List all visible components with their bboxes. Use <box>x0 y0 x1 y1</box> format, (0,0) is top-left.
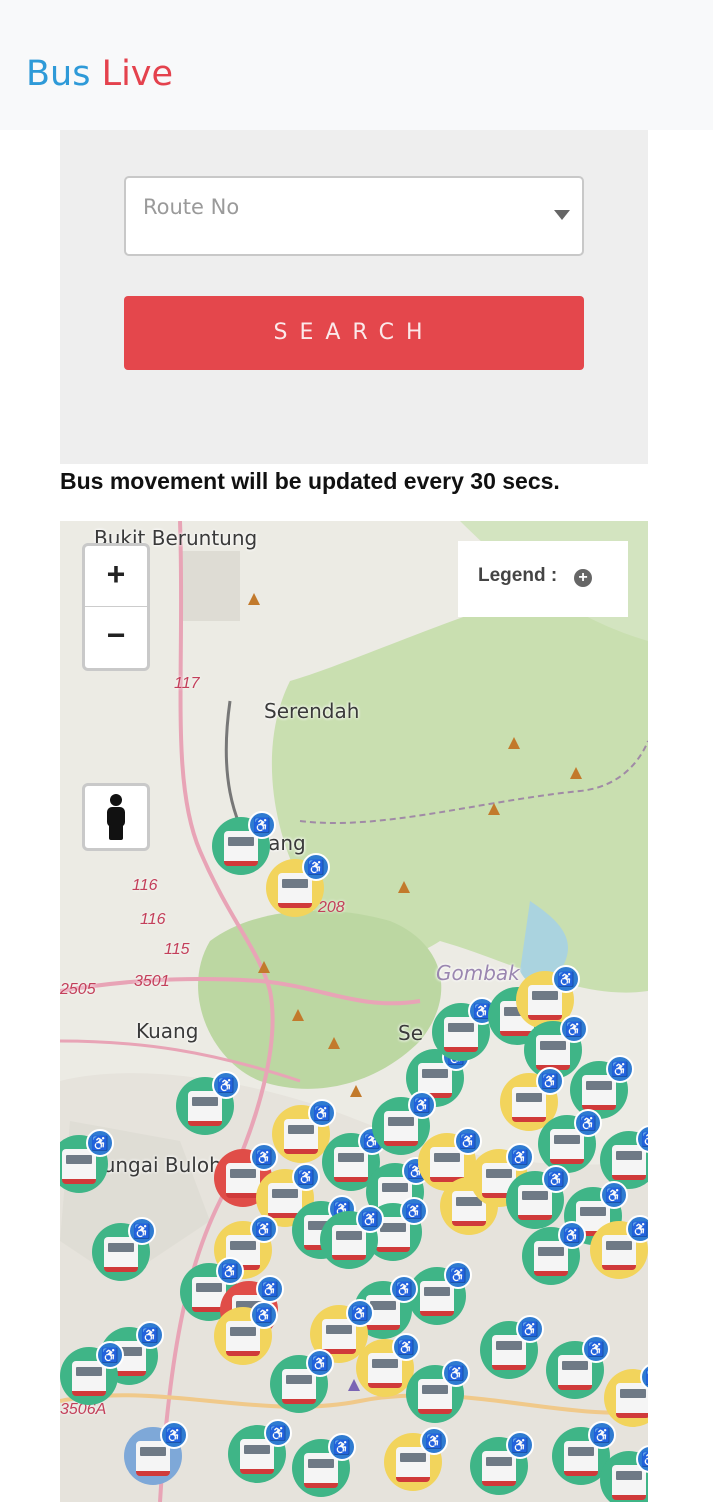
wheelchair-icon: ♿ <box>250 1215 278 1243</box>
wheelchair-icon: ♿ <box>306 1349 334 1377</box>
place-label: Serendah <box>264 699 360 723</box>
bus-marker[interactable]: ♿ <box>522 1221 586 1285</box>
wheelchair-icon: ♿ <box>356 1205 384 1233</box>
wheelchair-icon: ♿ <box>558 1221 586 1249</box>
zoom-control: + − <box>82 543 150 671</box>
wheelchair-icon: ♿ <box>442 1359 470 1387</box>
wheelchair-icon: ♿ <box>216 1257 244 1285</box>
bus-marker[interactable]: ♿ <box>176 1071 240 1135</box>
zoom-out-button[interactable]: − <box>85 607 147 667</box>
place-label: Se <box>398 1021 423 1045</box>
wheelchair-icon: ♿ <box>542 1165 570 1193</box>
wheelchair-icon: ♿ <box>606 1055 634 1083</box>
bus-marker[interactable]: ♿ <box>214 1301 278 1365</box>
wheelchair-icon: ♿ <box>160 1421 188 1449</box>
wheelchair-icon: ♿ <box>96 1341 124 1369</box>
road-number-label: 208 <box>318 899 345 916</box>
bus-marker[interactable]: ♿ <box>356 1333 420 1397</box>
bus-marker[interactable]: ♿ <box>228 1419 292 1483</box>
bus-marker[interactable]: ♿ <box>320 1205 384 1269</box>
bus-marker[interactable]: ♿ <box>406 1359 470 1423</box>
wheelchair-icon: ♿ <box>250 1301 278 1329</box>
bus-marker[interactable]: ♿ <box>470 1431 534 1495</box>
wheelchair-icon: ♿ <box>250 1143 278 1171</box>
bus-marker[interactable]: ♿ <box>92 1217 156 1281</box>
wheelchair-icon: ♿ <box>390 1275 418 1303</box>
route-select-placeholder: Route No <box>143 195 240 219</box>
wheelchair-icon: ♿ <box>600 1181 628 1209</box>
wheelchair-icon: ♿ <box>392 1333 420 1361</box>
wheelchair-icon: ♿ <box>302 853 330 881</box>
bus-marker[interactable]: ♿ <box>570 1055 634 1119</box>
road-number-label: 115 <box>164 941 190 958</box>
chevron-down-icon <box>554 210 570 220</box>
wheelchair-icon: ♿ <box>248 811 276 839</box>
update-notice: Bus movement will be updated every 30 se… <box>60 468 560 494</box>
bus-marker[interactable]: ♿ <box>546 1335 610 1399</box>
plus-circle-icon[interactable]: + <box>574 569 592 587</box>
bus-marker[interactable]: ♿ <box>212 811 276 875</box>
place-label: Gombak <box>436 961 520 985</box>
bus-marker[interactable]: ♿ <box>590 1215 648 1279</box>
place-label: Kuang <box>136 1019 199 1043</box>
bus-marker[interactable]: ♿ <box>480 1315 544 1379</box>
wheelchair-icon: ♿ <box>536 1067 564 1095</box>
street-view-pegman-icon[interactable] <box>82 783 150 851</box>
wheelchair-icon: ♿ <box>264 1419 292 1447</box>
wheelchair-icon: ♿ <box>308 1099 336 1127</box>
wheelchair-icon: ♿ <box>346 1299 374 1327</box>
wheelchair-icon: ♿ <box>560 1015 588 1043</box>
bus-marker[interactable]: ♿ <box>272 1099 336 1163</box>
wheelchair-icon: ♿ <box>506 1143 534 1171</box>
wheelchair-icon: ♿ <box>588 1421 616 1449</box>
bus-marker[interactable]: ♿ <box>124 1421 188 1485</box>
wheelchair-icon: ♿ <box>582 1335 610 1363</box>
wheelchair-icon: ♿ <box>574 1109 602 1137</box>
wheelchair-icon: ♿ <box>212 1071 240 1099</box>
search-button[interactable]: SEARCH <box>124 296 584 370</box>
route-number-select[interactable]: Route No <box>124 176 584 256</box>
road-number-label: 116 <box>140 911 166 928</box>
bus-map[interactable]: Bukit Beruntung Serendah Rawang Kuang Su… <box>60 521 648 1502</box>
wheelchair-icon: ♿ <box>626 1215 648 1243</box>
bus-marker[interactable]: ♿ <box>432 997 496 1061</box>
top-nav-bar: Bus Live <box>0 0 713 130</box>
bus-marker[interactable]: ♿ <box>270 1349 334 1413</box>
wheelchair-icon: ♿ <box>128 1217 156 1245</box>
wheelchair-icon: ♿ <box>420 1427 448 1455</box>
zoom-in-button[interactable]: + <box>85 546 147 607</box>
brand-logo[interactable]: Bus Live <box>26 54 173 94</box>
wheelchair-icon: ♿ <box>400 1197 428 1225</box>
road-number-label: 116 <box>132 877 158 894</box>
brand-text-live: Live <box>101 54 174 94</box>
legend-panel[interactable]: Legend : + <box>458 541 628 617</box>
place-label: Sungai Buloh <box>90 1153 222 1177</box>
legend-label: Legend : <box>478 565 558 586</box>
wheelchair-icon: ♿ <box>328 1433 356 1461</box>
wheelchair-icon: ♿ <box>516 1315 544 1343</box>
bus-icon <box>616 1383 648 1418</box>
bus-marker[interactable]: ♿ <box>60 1341 124 1405</box>
wheelchair-icon: ♿ <box>552 965 580 993</box>
bus-marker[interactable]: ♿ <box>292 1433 356 1497</box>
wheelchair-icon: ♿ <box>86 1129 114 1157</box>
wheelchair-icon: ♿ <box>506 1431 534 1459</box>
wheelchair-icon: ♿ <box>136 1321 164 1349</box>
road-number-label: 3501 <box>134 973 170 990</box>
wheelchair-icon: ♿ <box>444 1261 472 1289</box>
wheelchair-icon: ♿ <box>292 1163 320 1191</box>
road-number-label: 2505 <box>60 981 96 998</box>
wheelchair-icon: ♿ <box>256 1275 284 1303</box>
bus-marker[interactable]: ♿ <box>538 1109 602 1173</box>
bus-marker[interactable]: ♿ <box>506 1165 570 1229</box>
road-number-label: 117 <box>174 675 200 692</box>
wheelchair-icon: ♿ <box>408 1091 436 1119</box>
brand-text-bus: Bus <box>26 54 91 94</box>
bus-marker[interactable]: ♿ <box>384 1427 448 1491</box>
bus-marker[interactable]: ♿ <box>408 1261 472 1325</box>
bus-marker[interactable]: ♿ <box>266 853 330 917</box>
wheelchair-icon: ♿ <box>454 1127 482 1155</box>
